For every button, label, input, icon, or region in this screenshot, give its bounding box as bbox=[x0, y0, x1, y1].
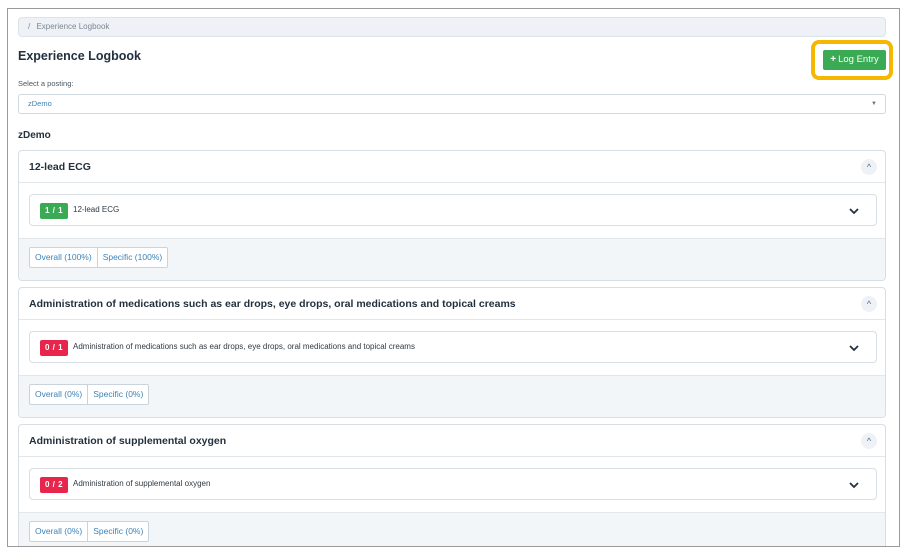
chevron-up-icon[interactable]: ^ bbox=[861, 159, 877, 175]
item-label: Administration of medications such as ea… bbox=[73, 342, 415, 351]
specific-progress-button[interactable]: Specific (0%) bbox=[88, 521, 150, 542]
plus-icon: + bbox=[830, 54, 837, 65]
competency-item-row[interactable]: 0 / 1 Administration of medications such… bbox=[29, 331, 877, 363]
card-title: 12-lead ECG bbox=[29, 161, 91, 173]
specific-progress-button[interactable]: Specific (0%) bbox=[88, 384, 150, 405]
card-footer: Overall (100%) Specific (100%) bbox=[19, 238, 885, 280]
overall-progress-button[interactable]: Overall (100%) bbox=[29, 247, 98, 268]
log-entry-label: Log Entry bbox=[838, 54, 879, 65]
chevron-up-icon[interactable]: ^ bbox=[861, 296, 877, 312]
count-badge: 0 / 2 bbox=[40, 477, 69, 493]
breadcrumb: / Experience Logbook bbox=[18, 17, 886, 37]
posting-select[interactable]: zDemo ▼ bbox=[18, 94, 886, 114]
specific-progress-button[interactable]: Specific (100%) bbox=[97, 247, 169, 268]
item-label: Administration of supplemental oxygen bbox=[73, 479, 211, 488]
log-entry-button[interactable]: + Log Entry bbox=[823, 50, 886, 70]
competency-card: 12-lead ECG ^ 1 / 1 12-lead ECG Overall … bbox=[18, 150, 886, 281]
breadcrumb-separator: / bbox=[28, 22, 31, 31]
card-title: Administration of medications such as ea… bbox=[29, 298, 516, 310]
count-badge: 0 / 1 bbox=[40, 340, 69, 356]
progress-button-group: Overall (0%) Specific (0%) bbox=[29, 384, 150, 405]
chevron-down-icon[interactable] bbox=[848, 342, 860, 354]
posting-select-value: zDemo bbox=[28, 99, 52, 108]
card-header[interactable]: 12-lead ECG ^ bbox=[19, 151, 885, 183]
card-footer: Overall (0%) Specific (0%) bbox=[19, 375, 885, 417]
page-title: Experience Logbook bbox=[18, 49, 141, 63]
breadcrumb-current[interactable]: Experience Logbook bbox=[36, 22, 109, 31]
competency-item-row[interactable]: 0 / 2 Administration of supplemental oxy… bbox=[29, 468, 877, 500]
count-badge: 1 / 1 bbox=[40, 203, 69, 219]
competency-item-row[interactable]: 1 / 1 12-lead ECG bbox=[29, 194, 877, 226]
progress-button-group: Overall (0%) Specific (0%) bbox=[29, 521, 150, 542]
chevron-down-icon[interactable] bbox=[848, 479, 860, 491]
card-header[interactable]: Administration of medications such as ea… bbox=[19, 288, 885, 320]
posting-select-label: Select a posting: bbox=[18, 79, 74, 88]
chevron-down-icon[interactable] bbox=[848, 205, 860, 217]
card-footer: Overall (0%) Specific (0%) bbox=[19, 512, 885, 546]
card-header[interactable]: Administration of supplemental oxygen ^ bbox=[19, 425, 885, 457]
dropdown-caret-icon: ▼ bbox=[871, 101, 877, 107]
competency-card: Administration of supplemental oxygen ^ … bbox=[18, 424, 886, 546]
competency-card: Administration of medications such as ea… bbox=[18, 287, 886, 418]
overall-progress-button[interactable]: Overall (0%) bbox=[29, 521, 89, 542]
app-frame: / Experience Logbook Experience Logbook … bbox=[7, 8, 900, 547]
item-label: 12-lead ECG bbox=[73, 205, 120, 214]
card-title: Administration of supplemental oxygen bbox=[29, 435, 227, 447]
overall-progress-button[interactable]: Overall (0%) bbox=[29, 384, 89, 405]
progress-button-group: Overall (100%) Specific (100%) bbox=[29, 247, 169, 268]
posting-heading: zDemo bbox=[18, 130, 51, 141]
chevron-up-icon[interactable]: ^ bbox=[861, 433, 877, 449]
